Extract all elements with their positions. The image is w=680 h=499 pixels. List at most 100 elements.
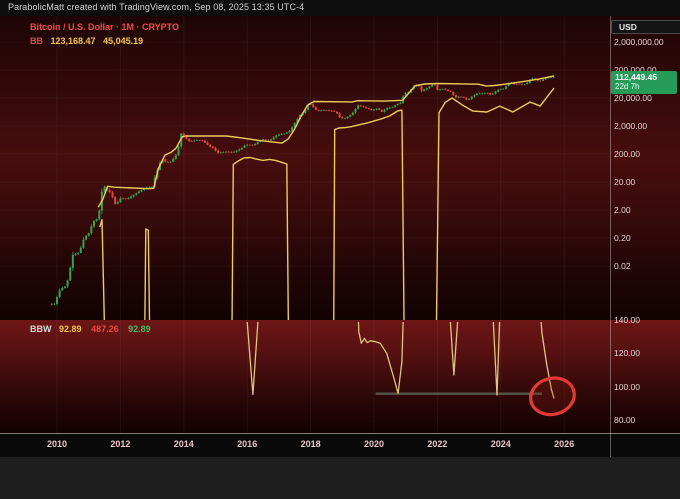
bb-label: BB bbox=[30, 36, 43, 46]
candle-body bbox=[526, 83, 528, 84]
bb-lower-band-line[interactable] bbox=[232, 158, 288, 329]
bbw-indicator-legend[interactable]: BBW 92.89 487.26 92.89 bbox=[30, 324, 151, 334]
price-axis-label: 2,000,000.00 bbox=[614, 37, 664, 47]
bbw-axis-label: 140.00 bbox=[614, 315, 640, 325]
candle-body bbox=[473, 95, 475, 97]
candle-body bbox=[357, 105, 359, 109]
price-axis-label: 0.02 bbox=[614, 261, 631, 271]
candle-body bbox=[355, 109, 357, 113]
bbw-axis-label: 80.00 bbox=[614, 415, 635, 425]
candle-body bbox=[362, 106, 364, 107]
candle-body bbox=[207, 143, 209, 145]
candle-body bbox=[262, 140, 264, 141]
currency-toggle-button[interactable]: USD bbox=[611, 20, 680, 34]
candle-body bbox=[521, 84, 523, 85]
bbw-line[interactable] bbox=[357, 270, 405, 393]
year-axis-label: 2020 bbox=[364, 439, 384, 449]
candle-body bbox=[69, 268, 71, 281]
candle-body bbox=[196, 140, 198, 141]
price-axis-label: 2,000.00 bbox=[614, 121, 647, 131]
candle-body bbox=[111, 192, 113, 197]
candle-body bbox=[479, 94, 481, 95]
candle-body bbox=[341, 117, 343, 118]
candle-body bbox=[228, 152, 230, 153]
candle-body bbox=[114, 197, 116, 204]
candle-body bbox=[384, 110, 386, 112]
highlight-circle-annotation[interactable] bbox=[527, 374, 578, 420]
candle-body bbox=[151, 187, 153, 188]
candle-body bbox=[368, 108, 370, 109]
candle-body bbox=[423, 89, 425, 91]
candle-body bbox=[56, 297, 58, 304]
price-axis-label: 200.00 bbox=[614, 149, 640, 159]
candle-body bbox=[394, 105, 396, 107]
candle-body bbox=[476, 94, 478, 95]
bbw-line[interactable] bbox=[491, 270, 502, 395]
candle-body bbox=[505, 86, 507, 89]
candle-body bbox=[328, 110, 330, 111]
bbw-label: BBW bbox=[30, 324, 52, 334]
bbw-line[interactable] bbox=[243, 270, 261, 395]
candle-body bbox=[141, 190, 143, 192]
candle-body bbox=[241, 148, 243, 150]
candle-body bbox=[373, 110, 375, 111]
candle-body bbox=[431, 85, 433, 87]
candle-body bbox=[96, 219, 98, 221]
candle-body bbox=[447, 90, 449, 91]
candle-body bbox=[138, 192, 140, 194]
candle-body bbox=[283, 134, 285, 135]
candle-body bbox=[542, 79, 544, 80]
candle-body bbox=[270, 139, 272, 140]
bb-indicator-legend[interactable]: BB 123,168.47 45,045.19 bbox=[30, 36, 143, 46]
candle-body bbox=[275, 136, 277, 138]
candle-body bbox=[74, 254, 76, 255]
candle-body bbox=[389, 108, 391, 109]
bbw-pane-plot[interactable] bbox=[243, 270, 554, 399]
candle-body bbox=[352, 113, 354, 115]
candle-body bbox=[249, 145, 251, 146]
price-pane-plot[interactable] bbox=[51, 76, 555, 328]
candle-body bbox=[90, 226, 92, 233]
candle-body bbox=[51, 304, 53, 305]
candle-body bbox=[518, 84, 520, 85]
tradingview-chart-window: ParabolicMatt created with TradingView.c… bbox=[0, 0, 680, 499]
candle-body bbox=[72, 255, 74, 268]
candle-body bbox=[468, 99, 470, 100]
price-axis-label: 0.20 bbox=[614, 233, 631, 243]
candle-body bbox=[119, 198, 121, 202]
bb-lower-band-line[interactable] bbox=[100, 220, 105, 329]
candle-body bbox=[175, 155, 177, 159]
chart-canvas[interactable] bbox=[0, 0, 680, 499]
candle-body bbox=[391, 107, 393, 108]
bbw-high-value: 487.26 bbox=[91, 324, 119, 334]
bb-lower-band-line[interactable] bbox=[334, 110, 404, 328]
candle-body bbox=[178, 146, 180, 155]
candle-body bbox=[193, 141, 195, 142]
candle-body bbox=[333, 111, 335, 112]
candle-body bbox=[59, 290, 61, 297]
symbol-legend[interactable]: Bitcoin / U.S. Dollar · 1M · CRYPTO bbox=[30, 22, 179, 32]
bb-upper-band-line[interactable] bbox=[98, 76, 554, 207]
candle-body bbox=[109, 190, 111, 192]
candle-body bbox=[444, 89, 446, 90]
candle-body bbox=[246, 145, 248, 146]
candle-body bbox=[148, 187, 150, 188]
price-axis-label: 20.00 bbox=[614, 177, 635, 187]
candle-body bbox=[500, 89, 502, 90]
candle-body bbox=[233, 152, 235, 153]
year-axis-label: 2012 bbox=[110, 439, 130, 449]
candle-body bbox=[489, 93, 491, 94]
candle-body bbox=[286, 133, 288, 134]
price-axis-label: 2.00 bbox=[614, 205, 631, 215]
candle-body bbox=[452, 92, 454, 95]
bbw-line[interactable] bbox=[447, 270, 461, 375]
candle-body bbox=[487, 93, 489, 94]
candle-body bbox=[215, 148, 217, 151]
candle-body bbox=[331, 111, 333, 112]
candle-body bbox=[93, 221, 95, 227]
candle-body bbox=[222, 152, 224, 153]
candle-body bbox=[434, 85, 436, 86]
bb-lower-band-line[interactable] bbox=[436, 88, 554, 328]
bb-lower-band-line[interactable] bbox=[145, 229, 150, 328]
year-axis-label: 2010 bbox=[47, 439, 67, 449]
